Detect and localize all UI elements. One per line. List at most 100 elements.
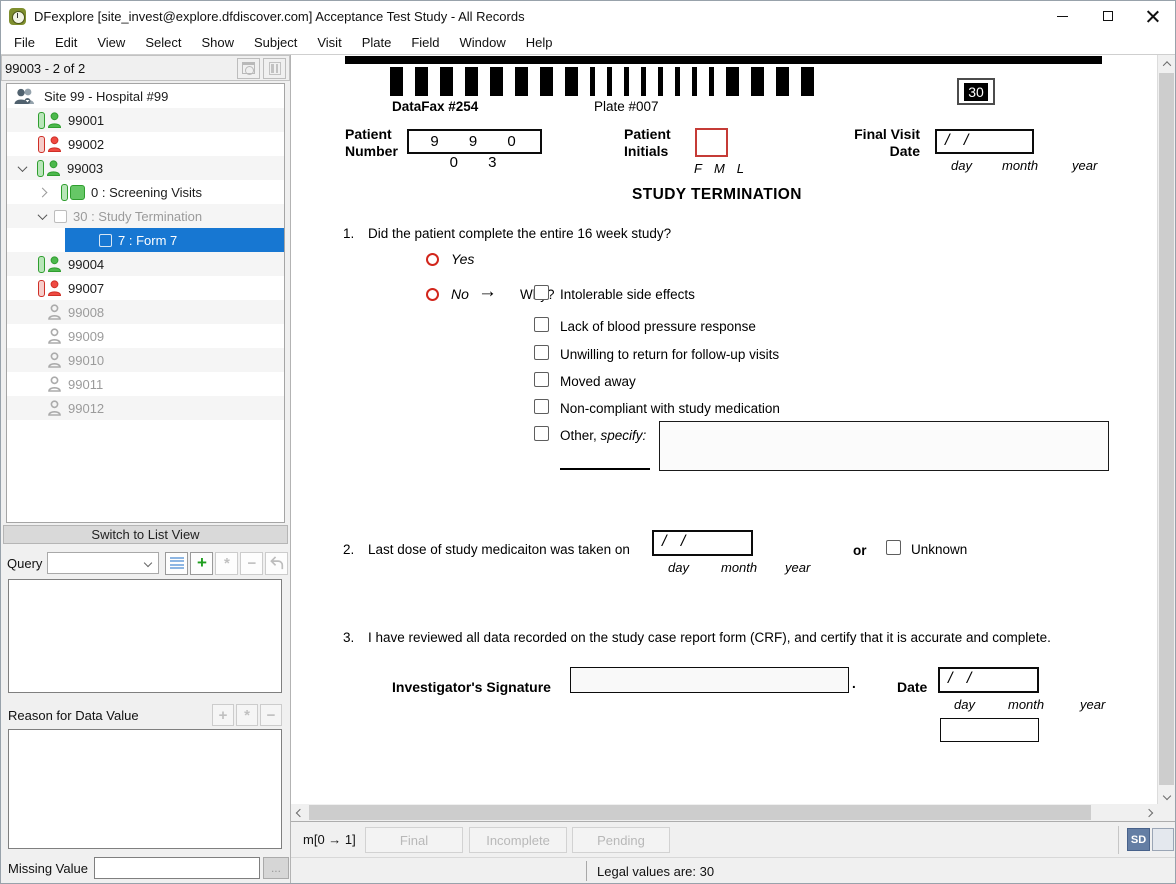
vertical-scroll-thumb[interactable]: [1159, 73, 1175, 785]
final-button[interactable]: Final: [365, 827, 463, 853]
schedule-button[interactable]: [237, 57, 260, 79]
barcode-bar: [390, 67, 403, 96]
vertical-scrollbar[interactable]: [1157, 55, 1176, 804]
reason-add-button[interactable]: +: [212, 704, 234, 726]
q1-option5-label: Non-compliant with study medication: [560, 401, 780, 416]
patient-number-field[interactable]: 9 9 0 0 3: [407, 129, 542, 171]
maximize-button[interactable]: [1085, 1, 1130, 31]
chevron-down-icon[interactable]: [17, 161, 27, 172]
scroll-down-button[interactable]: [1158, 787, 1176, 804]
reason-textarea[interactable]: [8, 729, 282, 849]
menu-field[interactable]: Field: [401, 35, 449, 50]
query-star-button[interactable]: *: [215, 551, 239, 575]
tree-item-99007[interactable]: 99007: [7, 276, 284, 300]
year-hint: year: [1080, 697, 1106, 712]
scroll-right-button[interactable]: [1140, 804, 1158, 821]
switch-to-list-view-button[interactable]: Switch to List View: [3, 525, 288, 544]
menu-window[interactable]: Window: [450, 35, 516, 50]
q1-no-radio[interactable]: [426, 288, 439, 301]
menu-show[interactable]: Show: [191, 35, 244, 50]
q2-unknown-checkbox[interactable]: [886, 540, 901, 555]
missing-value-browse-button[interactable]: ...: [262, 857, 289, 879]
chevron-left-icon: [295, 808, 304, 817]
tree-item-form7-selected[interactable]: 7 : Form 7: [7, 228, 284, 252]
undo-arrow-icon: [270, 556, 284, 570]
reason-remove-button[interactable]: −: [260, 704, 282, 726]
query-list-button[interactable]: [165, 551, 189, 575]
tree-item-99003[interactable]: 99003: [7, 156, 284, 180]
tree-item-99002[interactable]: 99002: [7, 132, 284, 156]
final-visit-date-label: Final Visit Date: [854, 126, 920, 159]
scroll-up-button[interactable]: [1158, 55, 1176, 72]
sd-button[interactable]: SD: [1127, 828, 1150, 851]
final-visit-date-field[interactable]: / /: [935, 129, 1034, 154]
close-button[interactable]: [1130, 1, 1175, 31]
pause-button[interactable]: [263, 57, 286, 79]
q1-text: Did the patient complete the entire 16 w…: [368, 226, 672, 241]
q1-other-specify: specify:: [600, 428, 647, 443]
horizontal-scroll-thumb[interactable]: [309, 805, 1091, 820]
query-add-button[interactable]: +: [190, 551, 214, 575]
tree-item-study-termination[interactable]: 30 : Study Termination: [7, 204, 284, 228]
menu-edit[interactable]: Edit: [45, 35, 87, 50]
menu-select[interactable]: Select: [135, 35, 191, 50]
menu-visit[interactable]: Visit: [307, 35, 351, 50]
tree-item-site[interactable]: Site 99 - Hospital #99: [7, 84, 284, 108]
investigator-signature-field[interactable]: [570, 667, 849, 693]
reason-star-button[interactable]: *: [236, 704, 258, 726]
tree-item-99010[interactable]: 99010: [7, 348, 284, 372]
q1-option5-checkbox[interactable]: [534, 399, 549, 414]
q1-option2-checkbox[interactable]: [534, 317, 549, 332]
tree-item-99012[interactable]: 99012: [7, 396, 284, 420]
legal-separator: [586, 861, 587, 881]
q1-other-checkbox[interactable]: [534, 426, 549, 441]
q2-text: Last dose of study medicaiton was taken …: [368, 542, 630, 557]
scroll-left-button[interactable]: [291, 804, 308, 821]
tree-item-99001[interactable]: 99001: [7, 108, 284, 132]
visit-number-value: 30: [964, 82, 988, 101]
tree-item-99008[interactable]: 99008: [7, 300, 284, 324]
patient-number-label: Patient Number: [345, 126, 398, 159]
menu-plate[interactable]: Plate: [352, 35, 402, 50]
q1-other-specify-field[interactable]: [659, 421, 1109, 471]
subject-person-icon: [46, 160, 61, 176]
tree-item-99004[interactable]: 99004: [7, 252, 284, 276]
menu-help[interactable]: Help: [516, 35, 563, 50]
visit-number-field[interactable]: 30: [957, 78, 995, 105]
q1-other-label: Other, specify:: [560, 428, 647, 443]
query-textarea[interactable]: [8, 579, 282, 693]
pending-button[interactable]: Pending: [572, 827, 670, 853]
menu-file[interactable]: File: [4, 35, 45, 50]
q1-option3-checkbox[interactable]: [534, 345, 549, 360]
tree-item-99009[interactable]: 99009: [7, 324, 284, 348]
subject-person-icon: [47, 256, 62, 272]
query-dropdown[interactable]: [47, 552, 160, 574]
query-remove-button[interactable]: −: [240, 551, 264, 575]
q3-number: 3.: [343, 630, 355, 645]
q1-option1-checkbox[interactable]: [534, 285, 549, 300]
incomplete-button[interactable]: Incomplete: [469, 827, 567, 853]
q2-number: 2.: [343, 542, 355, 557]
minimize-button[interactable]: [1040, 1, 1085, 31]
day-hint: day: [668, 560, 689, 575]
tree-item-label: 0 : Screening Visits: [91, 184, 203, 200]
sd-empty-button[interactable]: [1152, 828, 1174, 851]
q3-extra-field[interactable]: [940, 718, 1039, 742]
q3-date-field[interactable]: / /: [938, 667, 1039, 693]
q1-yes-radio[interactable]: [426, 253, 439, 266]
menu-view[interactable]: View: [87, 35, 135, 50]
q1-number: 1.: [343, 226, 355, 241]
query-undo-button[interactable]: [265, 551, 289, 575]
q1-option4-checkbox[interactable]: [534, 372, 549, 387]
chevron-down-icon[interactable]: [37, 209, 47, 220]
horizontal-scrollbar[interactable]: [291, 804, 1158, 821]
q2-date-field[interactable]: / /: [652, 530, 753, 556]
patient-initials-field[interactable]: [695, 128, 728, 157]
chevron-right-icon[interactable]: [37, 187, 47, 197]
day-hint: day: [951, 158, 972, 173]
minus-icon: −: [266, 706, 276, 724]
tree-item-screening-visits[interactable]: 0 : Screening Visits: [7, 180, 284, 204]
missing-value-input[interactable]: [93, 857, 260, 879]
menu-subject[interactable]: Subject: [244, 35, 307, 50]
tree-item-99011[interactable]: 99011: [7, 372, 284, 396]
